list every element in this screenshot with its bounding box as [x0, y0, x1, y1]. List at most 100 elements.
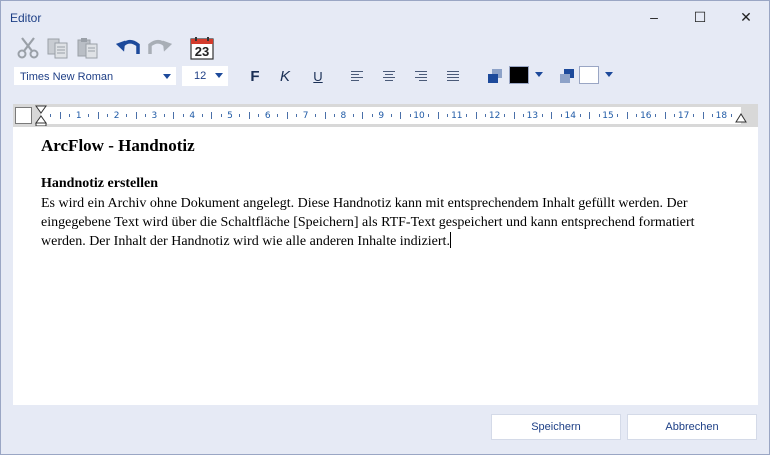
bold-button[interactable]: F [243, 65, 267, 87]
undo-button[interactable] [115, 35, 143, 61]
cut-button[interactable] [15, 35, 41, 61]
right-indent-marker-icon[interactable] [735, 111, 747, 123]
undo-icon [116, 40, 140, 54]
font-family-select[interactable]: Times New Roman [13, 66, 177, 86]
ruler-tick [126, 114, 128, 117]
ruler-tick [333, 114, 335, 117]
ruler-tick [466, 114, 468, 117]
ruler-tick [352, 114, 354, 117]
align-center-icon [383, 71, 395, 81]
ruler-tab-selector[interactable] [15, 107, 32, 124]
underline-label: U [313, 68, 323, 84]
ruler-tick [277, 114, 279, 117]
ruler-scale: 1 2 3 4 5 6 7 8 9 10 11 12 13 14 15 16 17 18 [41, 107, 741, 124]
ruler-tick [286, 112, 288, 119]
ruler-tick [97, 112, 99, 119]
paste-icon [77, 38, 98, 59]
highlight-color-button[interactable] [555, 65, 579, 87]
ruler-number: 18 [715, 111, 728, 121]
scissors-icon [17, 37, 39, 59]
ruler-tick [598, 114, 600, 117]
bold-label: F [250, 67, 260, 85]
ruler-tick [551, 112, 553, 119]
ruler-number: 8 [340, 111, 347, 121]
font-family-value: Times New Roman [20, 71, 114, 83]
paste-button[interactable] [75, 35, 101, 61]
ruler-tick [173, 112, 175, 119]
ruler-number: 15 [602, 111, 614, 121]
ruler-number: 17 [677, 111, 690, 121]
ruler-number: 11 [451, 111, 463, 121]
underline-button[interactable]: U [306, 65, 330, 87]
text-color-icon [488, 69, 502, 83]
text-color-swatch[interactable] [509, 66, 529, 84]
ruler-tick [504, 114, 506, 117]
ruler-tick [248, 112, 250, 119]
save-button[interactable]: Speichern [491, 414, 621, 440]
text-color-chevron-down-icon[interactable] [535, 72, 543, 77]
ruler-tick [447, 114, 449, 117]
chevron-down-icon [163, 74, 171, 79]
ruler-tick [371, 114, 373, 117]
ruler-tick [730, 114, 732, 117]
highlight-color-swatch[interactable] [579, 66, 599, 84]
ruler-tick [485, 114, 487, 117]
maximize-button[interactable]: ☐ [677, 1, 723, 33]
align-right-icon [415, 71, 427, 81]
ruler-number: 1 [75, 111, 82, 121]
align-center-button[interactable] [377, 65, 401, 87]
ruler-tick [135, 112, 137, 119]
text-color-button[interactable] [483, 65, 507, 87]
ruler-tick [201, 114, 203, 117]
ruler-tick [400, 112, 402, 119]
insert-date-button[interactable]: 23 [189, 35, 215, 61]
text-caret [449, 232, 451, 248]
redo-button[interactable] [145, 35, 173, 61]
ruler-tick [182, 114, 184, 117]
ruler-tick [617, 114, 619, 117]
minimize-button[interactable]: – [631, 1, 677, 33]
italic-button[interactable]: K [273, 65, 297, 87]
ruler-tick [50, 114, 52, 117]
ruler-tick [88, 114, 90, 117]
editor-window: Editor – ☐ ✕ 23 Times New Roman 12 F K U… [0, 0, 770, 455]
indent-marker-icon[interactable] [35, 105, 47, 126]
copy-button[interactable] [45, 35, 71, 61]
ruler-tick [664, 112, 666, 119]
close-icon: ✕ [740, 8, 752, 25]
ruler-number: 14 [564, 111, 576, 121]
document-editor[interactable]: ArcFlow - Handnotiz Handnotiz erstellen … [13, 127, 758, 405]
maximize-icon: ☐ [693, 8, 707, 25]
ruler-tick [296, 114, 298, 117]
ruler-number: 6 [264, 111, 271, 121]
ruler: 1 2 3 4 5 6 7 8 9 10 11 12 13 14 15 16 17 18 [13, 104, 758, 127]
ruler-number: 5 [227, 111, 233, 121]
ruler-tick [513, 112, 515, 119]
ruler-tick [144, 114, 146, 117]
ruler-number: 9 [378, 111, 385, 121]
ruler-tick [655, 114, 657, 117]
ruler-tick [390, 114, 392, 117]
highlight-color-chevron-down-icon[interactable] [605, 72, 613, 77]
ruler-tick [589, 112, 591, 119]
align-right-button[interactable] [409, 65, 433, 87]
ruler-number: 16 [640, 111, 652, 121]
calendar-day: 23 [194, 44, 210, 59]
cancel-button[interactable]: Abbrechen [627, 414, 757, 440]
document-body-text: Es wird ein Archiv ohne Dokument angeleg… [41, 196, 695, 249]
ruler-tick [702, 112, 704, 119]
font-size-select[interactable]: 12 [182, 66, 228, 86]
ruler-tick [163, 114, 165, 117]
align-left-button[interactable] [345, 65, 369, 87]
align-left-icon [351, 71, 363, 81]
minimize-icon: – [650, 9, 658, 25]
close-button[interactable]: ✕ [723, 1, 769, 33]
ruler-tick [107, 114, 109, 117]
cancel-button-label: Abbrechen [665, 421, 719, 433]
ruler-tick [211, 112, 213, 119]
ruler-tick [258, 114, 260, 117]
align-justify-button[interactable] [441, 65, 465, 87]
ruler-number: 2 [113, 111, 120, 121]
ruler-number: 13 [526, 111, 539, 121]
ruler-tick [711, 114, 713, 117]
